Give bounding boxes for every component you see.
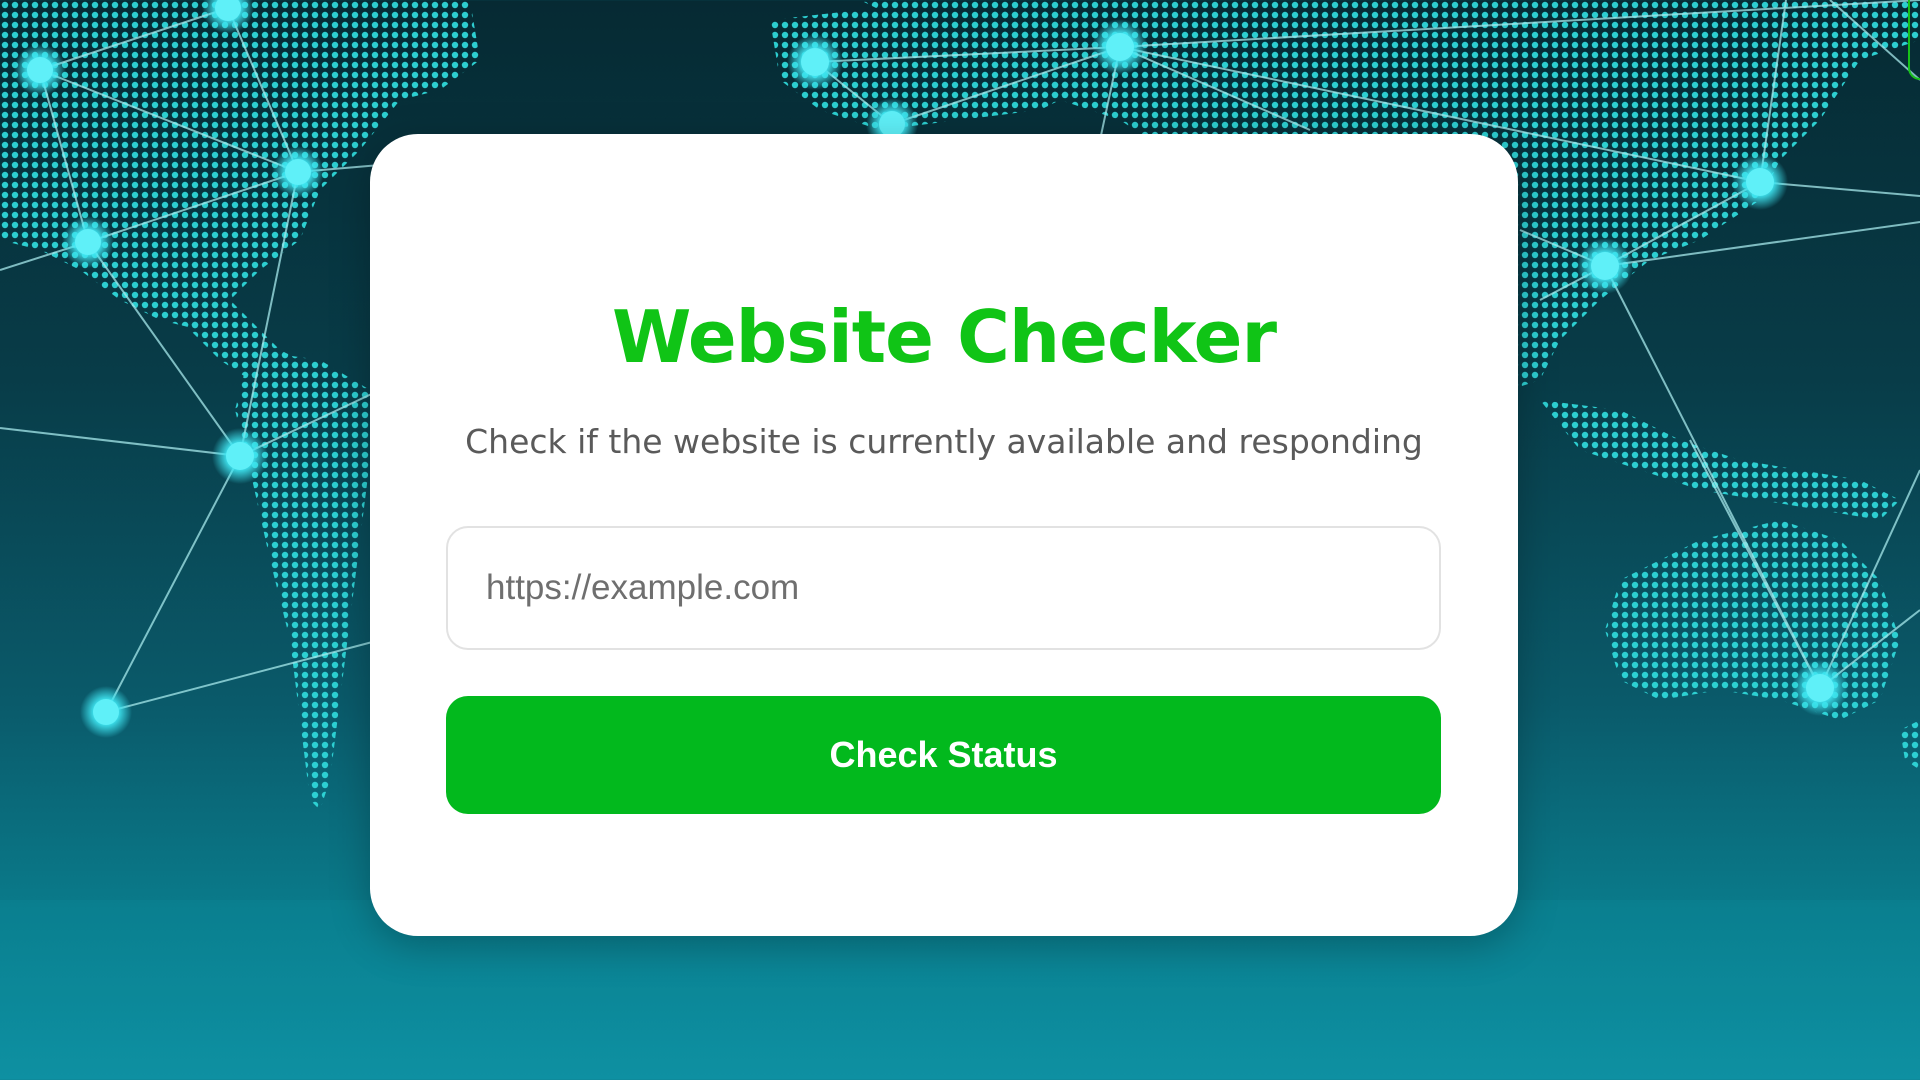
corner-panel-edge (1908, 0, 1920, 80)
checker-card: Website Checker Check if the website is … (370, 134, 1518, 936)
check-status-button[interactable]: Check Status (446, 696, 1441, 814)
page-title: Website Checker (612, 295, 1277, 379)
page-subtitle: Check if the website is currently availa… (465, 422, 1423, 461)
url-input[interactable] (446, 526, 1441, 650)
